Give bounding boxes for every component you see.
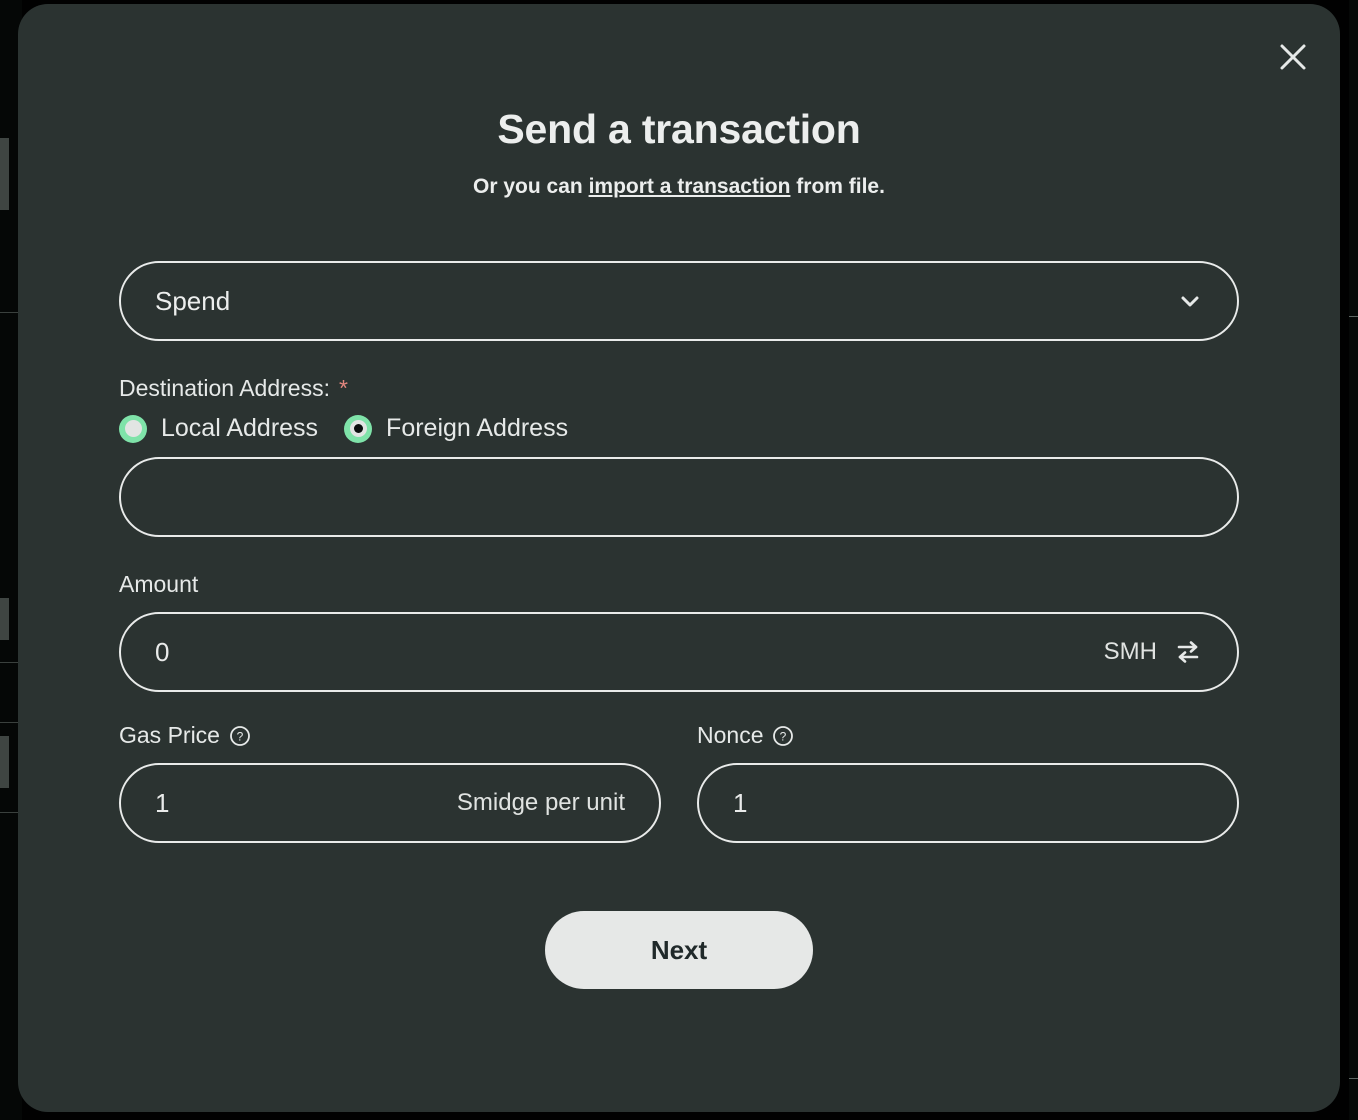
transaction-type-value: Spend <box>155 285 231 316</box>
scrollbar-tick <box>1349 1078 1358 1079</box>
screen: Send a transaction Or you can import a t… <box>0 0 1358 1120</box>
nonce-input-wrap[interactable] <box>697 763 1239 843</box>
background-sliver <box>0 138 9 210</box>
required-marker: * <box>338 375 348 401</box>
background-sliver <box>0 736 9 788</box>
gas-price-unit: Smidge per unit <box>456 789 625 816</box>
transaction-type-select[interactable]: Spend <box>119 261 1239 341</box>
radio-local-address-icon <box>119 414 147 443</box>
send-transaction-form: Spend Destination Address: * Local Addre… <box>119 261 1239 989</box>
nonce-label-text: Nonce <box>697 722 764 748</box>
destination-address-label-text: Destination Address: <box>119 375 330 401</box>
close-icon[interactable] <box>1270 34 1316 80</box>
gas-price-field: Gas Price ? Smidge per unit <box>119 722 661 843</box>
nonce-input[interactable] <box>733 787 1203 819</box>
gas-price-input-wrap[interactable]: Smidge per unit <box>119 763 661 843</box>
destination-address-input[interactable] <box>155 481 1203 513</box>
nonce-label: Nonce ? <box>697 722 1239 749</box>
gas-price-label-text: Gas Price <box>119 722 220 748</box>
help-circle-icon[interactable]: ? <box>772 725 794 747</box>
next-button[interactable]: Next <box>545 911 813 989</box>
gas-price-label: Gas Price ? <box>119 722 661 749</box>
gas-nonce-row: Gas Price ? Smidge per unit <box>119 722 1239 843</box>
amount-unit: SMH <box>1103 638 1157 665</box>
svg-text:?: ? <box>780 729 787 743</box>
radio-local-address[interactable]: Local Address <box>119 414 318 443</box>
amount-label: Amount <box>119 571 1239 598</box>
amount-input-wrap[interactable]: SMH <box>119 612 1239 692</box>
subtitle-suffix: from file. <box>790 175 885 198</box>
amount-label-text: Amount <box>119 571 199 597</box>
radio-foreign-address[interactable]: Foreign Address <box>344 414 568 443</box>
destination-address-label: Destination Address: * <box>119 375 1239 402</box>
svg-text:?: ? <box>237 729 244 743</box>
scrollbar-tick <box>1349 316 1358 317</box>
radio-foreign-address-label: Foreign Address <box>386 414 569 442</box>
import-transaction-link[interactable]: import a transaction <box>589 175 791 198</box>
destination-address-input-wrap[interactable] <box>119 457 1239 537</box>
help-circle-icon[interactable]: ? <box>229 725 251 747</box>
radio-foreign-address-icon <box>344 414 373 443</box>
chevron-down-icon <box>1177 288 1203 314</box>
send-transaction-modal: Send a transaction Or you can import a t… <box>18 4 1340 1112</box>
import-transaction-hint: Or you can import a transaction from fil… <box>18 175 1340 199</box>
subtitle-prefix: Or you can <box>473 175 589 198</box>
destination-address-type-group: Local Address Foreign Address <box>119 414 1239 443</box>
amount-input[interactable] <box>155 636 1090 668</box>
swap-arrows-icon[interactable] <box>1173 637 1203 667</box>
transaction-type-row: Spend <box>119 261 1239 341</box>
background-sliver <box>0 598 9 640</box>
gas-price-input[interactable] <box>155 787 443 819</box>
nonce-field: Nonce ? <box>697 722 1239 843</box>
radio-local-address-label: Local Address <box>161 414 319 442</box>
scrollbar-track[interactable] <box>1349 0 1358 1120</box>
form-actions: Next <box>119 911 1239 989</box>
page-title: Send a transaction <box>497 106 861 152</box>
